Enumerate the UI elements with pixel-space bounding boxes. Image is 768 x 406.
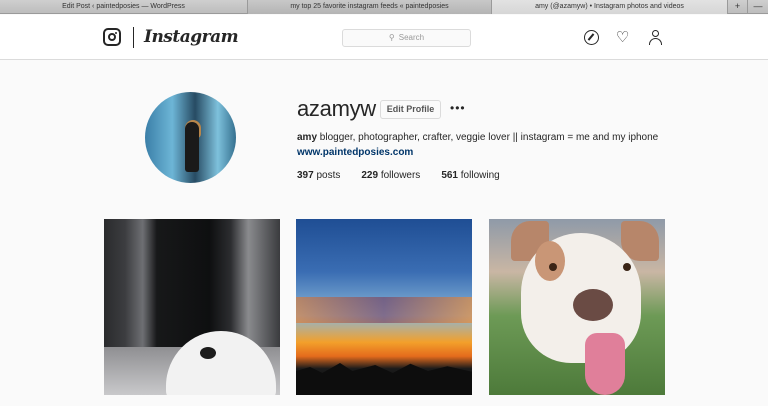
browser-tab-instagram[interactable]: amy (@azamyw) • Instagram photos and vid… [492,0,728,14]
compass-icon[interactable] [584,30,599,45]
browser-tab-favorite-feeds[interactable]: my top 25 favorite instagram feeds « pai… [248,0,492,14]
tab-menu-button[interactable]: — [748,0,768,14]
profile-bio-text: blogger, photographer, crafter, veggie l… [317,132,659,143]
profile-avatar[interactable] [145,92,236,183]
instagram-camera-icon[interactable] [103,28,121,46]
heart-icon[interactable]: ♡ [615,30,630,45]
edit-profile-button[interactable]: Edit Profile [380,100,441,119]
following-count[interactable]: 561 following [441,170,499,181]
profile-username: azamyw [297,96,376,121]
person-icon[interactable] [648,30,663,45]
search-input[interactable]: ⚲ Search [342,29,471,47]
browser-tab-wordpress[interactable]: Edit Post ‹ paintedposies — WordPress [0,0,248,14]
dog-in-hallway-photo[interactable] [104,219,280,395]
followers-count[interactable]: 229 followers [361,170,420,181]
profile-bio: amy blogger, photographer, crafter, vegg… [297,132,658,143]
profile-stats: 397 posts 229 followers 561 following [297,170,521,181]
profile-website-link[interactable]: www.paintedposies.com [297,147,413,158]
more-options-icon[interactable]: ••• [450,101,466,115]
search-icon: ⚲ [388,33,395,42]
dog-portrait-photo[interactable] [489,219,665,395]
posts-count: 397 posts [297,170,341,181]
instagram-wordmark[interactable]: Instagram [144,27,239,47]
profile-name: amy [297,132,318,143]
sunset-sky-photo[interactable] [296,219,472,395]
new-tab-button[interactable]: + [728,0,748,14]
search-placeholder: Search [398,33,425,42]
instagram-nav-bar: Instagram ⚲ Search ♡ [0,15,768,60]
browser-tab-bar: Edit Post ‹ paintedposies — WordPress my… [0,0,768,14]
nav-divider [133,27,134,48]
